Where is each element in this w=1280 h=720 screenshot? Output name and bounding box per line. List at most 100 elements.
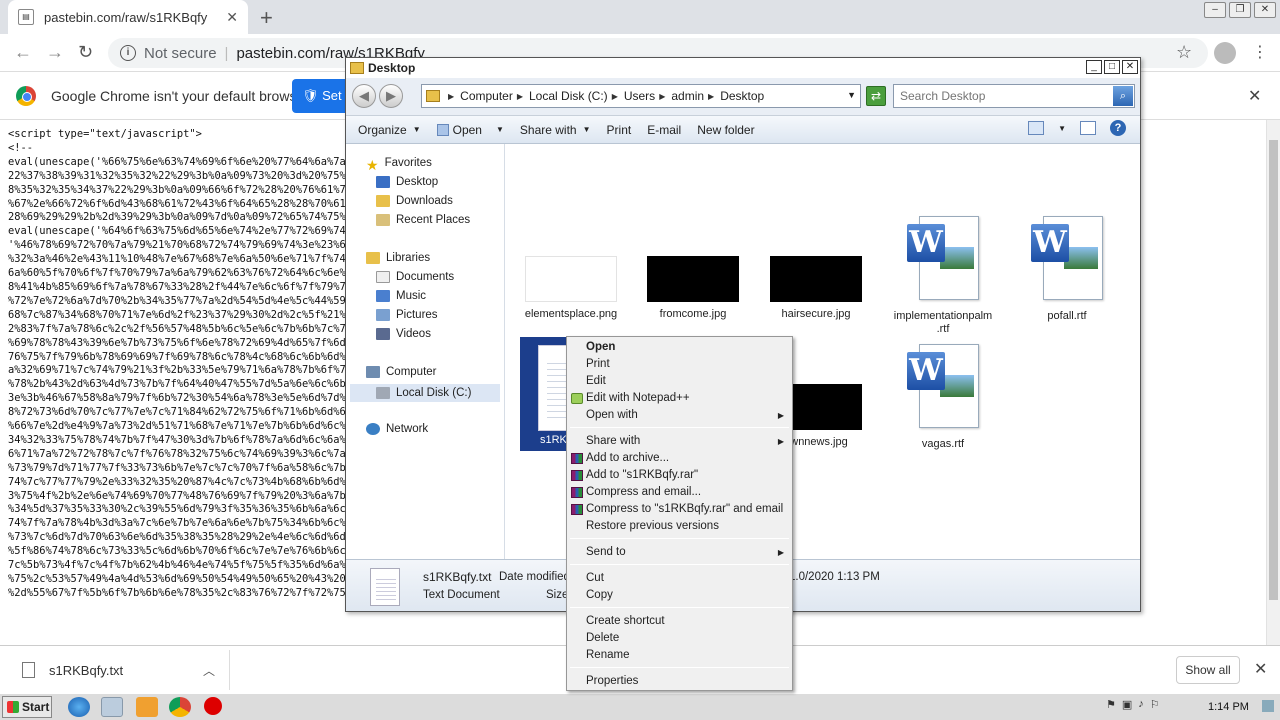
open-button[interactable]: Open ▼ [429, 123, 512, 137]
chevron-right-icon[interactable]: ▶ [659, 92, 665, 101]
menu-open[interactable]: Open [569, 339, 790, 356]
new-tab-button[interactable]: + [260, 5, 273, 31]
chevron-down-icon[interactable]: ▼ [1058, 124, 1066, 133]
menu-create-shortcut[interactable]: Create shortcut [569, 613, 790, 630]
preview-pane-icon[interactable] [1080, 121, 1096, 135]
chevron-right-icon[interactable]: ▶ [448, 92, 454, 101]
close-downloads-icon[interactable]: ✕ [1254, 659, 1267, 679]
nav-computer[interactable]: Computer [366, 366, 437, 378]
chevron-down-icon[interactable]: ▼ [847, 90, 856, 100]
forward-arrow-icon[interactable]: → [46, 42, 64, 63]
nav-pictures[interactable]: Pictures [376, 309, 438, 321]
show-desktop-button[interactable] [1262, 700, 1274, 712]
print-button[interactable]: Print [599, 123, 640, 137]
explorer-close-button[interactable]: ✕ [1122, 60, 1138, 74]
menu-share-with[interactable]: Share with ▶ [569, 433, 790, 450]
file-hairsecure[interactable]: hairsecure.jpg [761, 256, 871, 321]
security-app-icon[interactable] [204, 697, 222, 715]
explorer-forward-button[interactable]: ▶ [379, 84, 403, 108]
breadcrumb-admin[interactable]: admin [671, 89, 704, 103]
browser-tab[interactable]: ▤ pastebin.com/raw/s1RKBqfy ✕ [8, 0, 248, 34]
menu-send-to[interactable]: Send to ▶ [569, 544, 790, 561]
menu-compress-email[interactable]: Compress and email... [569, 484, 790, 501]
nav-music[interactable]: Music [376, 290, 426, 302]
email-button[interactable]: E-mail [639, 123, 689, 137]
maximize-button[interactable]: ❐ [1229, 2, 1251, 18]
change-view-icon[interactable] [1028, 121, 1045, 135]
menu-edit-notepadpp[interactable]: Edit with Notepad++ [569, 390, 790, 407]
action-center-icon[interactable]: ⚐ [1150, 698, 1160, 711]
nav-favorites[interactable]: ★ Favorites [366, 157, 432, 173]
menu-copy[interactable]: Copy [569, 587, 790, 604]
menu-restore-versions[interactable]: Restore previous versions [569, 518, 790, 535]
nav-downloads[interactable]: Downloads [376, 195, 453, 207]
nav-desktop[interactable]: Desktop [376, 176, 438, 188]
file-elementsplace[interactable]: elementsplace.png [516, 256, 626, 321]
breadcrumb-users[interactable]: Users [624, 89, 655, 103]
nav-network[interactable]: Network [366, 423, 428, 435]
breadcrumb-local-disk[interactable]: Local Disk (C:) [529, 89, 608, 103]
nav-documents[interactable]: Documents [376, 271, 454, 283]
explorer-back-button[interactable]: ◀ [352, 84, 376, 108]
volume-icon[interactable]: ♪ [1138, 698, 1144, 711]
ie-icon[interactable] [68, 697, 90, 717]
explorer-titlebar[interactable]: Desktop _ □ ✕ [346, 58, 1140, 78]
chrome-taskbar-icon[interactable] [169, 697, 191, 717]
help-icon[interactable]: ? [1110, 120, 1126, 136]
menu-compress-rar-email[interactable]: Compress to "s1RKBqfy.rar" and email [569, 501, 790, 518]
chevron-down-icon[interactable]: ▼ [496, 125, 504, 134]
breadcrumb-desktop[interactable]: Desktop [720, 89, 764, 103]
show-all-button[interactable]: Show all [1176, 656, 1240, 684]
taskbar-clock[interactable]: 1:14 PM [1208, 701, 1249, 713]
nav-recent-places[interactable]: Recent Places [376, 214, 470, 226]
organize-button[interactable]: Organize ▼ [346, 123, 429, 137]
kebab-menu-icon[interactable]: ⋮ [1252, 42, 1268, 62]
reload-icon[interactable]: ↻ [78, 42, 93, 63]
network-icon[interactable]: ▣ [1122, 698, 1132, 711]
new-folder-button[interactable]: New folder [689, 123, 762, 137]
nav-local-disk[interactable]: Local Disk (C:) [350, 384, 500, 402]
nav-videos[interactable]: Videos [376, 328, 431, 340]
nav-libraries[interactable]: Libraries [366, 252, 430, 264]
explorer-minimize-button[interactable]: _ [1086, 60, 1102, 74]
close-infobar-icon[interactable]: ✕ [1248, 86, 1261, 106]
refresh-icon[interactable]: ⇄ [866, 86, 886, 106]
menu-rename[interactable]: Rename [569, 647, 790, 664]
menu-add-rar[interactable]: Add to "s1RKBqfy.rar" [569, 467, 790, 484]
file-implementationpalm[interactable]: W implementationpalm .rtf [884, 216, 1002, 336]
menu-open-with[interactable]: Open with ▶ [569, 407, 790, 424]
tray-flag-icon[interactable]: ⚑ [1106, 698, 1116, 711]
explorer-address-bar[interactable]: ▶ Computer ▶ Local Disk (C:) ▶ Users ▶ a… [421, 84, 861, 108]
scrollbar-thumb[interactable] [1269, 140, 1278, 600]
explorer-taskbar-icon[interactable] [101, 697, 123, 717]
bookmark-star-icon[interactable]: ☆ [1176, 42, 1192, 63]
chevron-right-icon[interactable]: ▶ [708, 92, 714, 101]
close-tab-icon[interactable]: ✕ [226, 9, 238, 26]
info-icon[interactable]: i [120, 45, 136, 61]
explorer-maximize-button[interactable]: □ [1104, 60, 1120, 74]
file-vagas[interactable]: W vagas.rtf [884, 344, 1002, 451]
minimize-button[interactable]: – [1204, 2, 1226, 18]
menu-print[interactable]: Print [569, 356, 790, 373]
breadcrumb-computer[interactable]: Computer [460, 89, 513, 103]
menu-add-archive[interactable]: Add to archive... [569, 450, 790, 467]
menu-edit[interactable]: Edit [569, 373, 790, 390]
file-fromcome[interactable]: fromcome.jpg [638, 256, 748, 321]
chevron-up-icon[interactable]: ︿ [203, 662, 215, 679]
search-icon[interactable]: ⌕ [1113, 86, 1133, 106]
profile-avatar[interactable] [1214, 42, 1236, 64]
chevron-right-icon[interactable]: ▶ [517, 92, 523, 101]
page-scrollbar[interactable] [1266, 120, 1280, 645]
menu-delete[interactable]: Delete [569, 630, 790, 647]
menu-properties[interactable]: Properties [569, 673, 790, 690]
media-player-icon[interactable] [136, 697, 158, 717]
file-pofall[interactable]: W pofall.rtf [1012, 216, 1122, 323]
download-item[interactable]: s1RKBqfy.txt ︿ [8, 650, 230, 690]
start-button[interactable]: Start [2, 696, 52, 718]
chevron-right-icon[interactable]: ▶ [612, 92, 618, 101]
search-input[interactable] [894, 85, 1112, 107]
back-arrow-icon[interactable]: ← [14, 42, 32, 63]
share-with-button[interactable]: Share with ▼ [512, 123, 599, 137]
close-window-button[interactable]: ✕ [1254, 2, 1276, 18]
menu-cut[interactable]: Cut [569, 570, 790, 587]
